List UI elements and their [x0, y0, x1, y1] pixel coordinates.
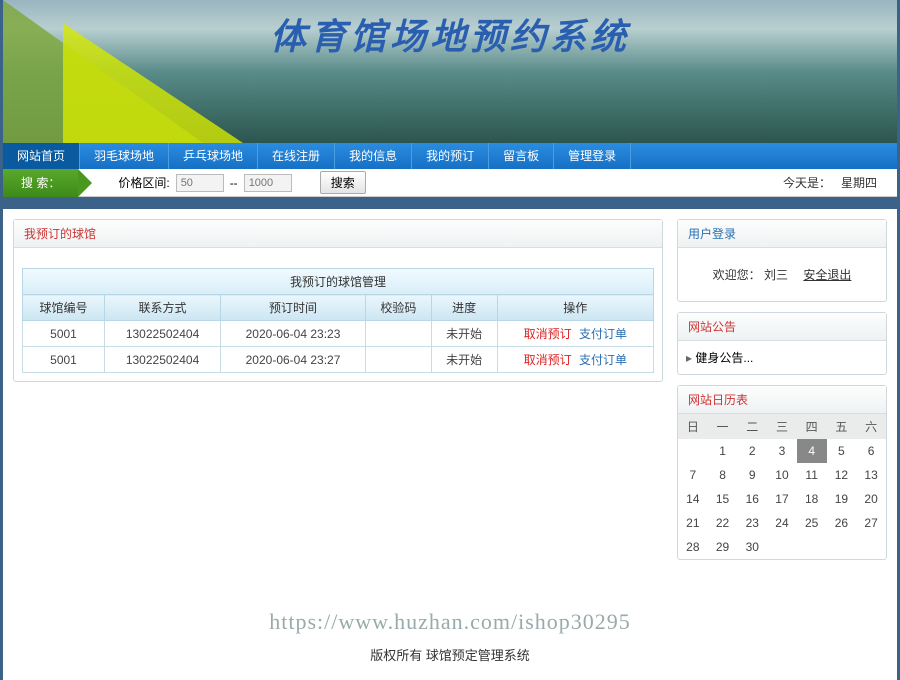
calendar-day[interactable]: 27	[856, 511, 886, 535]
calendar-day[interactable]: 26	[827, 511, 857, 535]
calendar-day[interactable]: 15	[708, 487, 738, 511]
calendar-day	[678, 439, 708, 463]
orders-col: 操作	[497, 295, 653, 321]
calendar-day[interactable]: 24	[767, 511, 797, 535]
nav-item[interactable]: 我的预订	[412, 143, 489, 169]
calendar-day[interactable]: 3	[767, 439, 797, 463]
calendar-day	[797, 535, 827, 559]
calendar-day[interactable]: 18	[797, 487, 827, 511]
watermark: https://www.huzhan.com/ishop30295	[3, 589, 897, 635]
orders-panel-title: 我预订的球馆	[14, 220, 662, 248]
cancel-link[interactable]: 取消预订	[524, 353, 572, 367]
pay-link[interactable]: 支付订单	[579, 327, 627, 341]
announce-item[interactable]: 健身公告...	[686, 349, 878, 366]
calendar-day[interactable]: 14	[678, 487, 708, 511]
calendar-day[interactable]: 22	[708, 511, 738, 535]
logout-link[interactable]: 安全退出	[803, 268, 851, 282]
calendar-panel: 网站日历表 日一二三四五六 12345678910111213141516171…	[677, 385, 887, 560]
orders-col: 球馆编号	[23, 295, 105, 321]
calendar-day[interactable]: 11	[797, 463, 827, 487]
calendar-day[interactable]: 8	[708, 463, 738, 487]
user-name: 刘三	[764, 268, 788, 282]
nav-item[interactable]: 我的信息	[335, 143, 412, 169]
nav-item[interactable]: 在线注册	[258, 143, 335, 169]
banner-title: 体育馆场地预约系统	[3, 8, 897, 60]
calendar-day[interactable]: 1	[708, 439, 738, 463]
search-bar: 搜 索： 价格区间: -- 搜索 今天是： 星期四	[3, 169, 897, 197]
price-max-input[interactable]	[244, 174, 292, 192]
search-button[interactable]: 搜索	[320, 171, 366, 194]
calendar-day[interactable]: 30	[737, 535, 767, 559]
main-nav: 网站首页羽毛球场地乒乓球场地在线注册我的信息我的预订留言板管理登录	[3, 143, 897, 169]
orders-col: 联系方式	[104, 295, 220, 321]
calendar-day[interactable]: 20	[856, 487, 886, 511]
calendar-day[interactable]: 16	[737, 487, 767, 511]
announce-title: 网站公告	[678, 313, 886, 341]
nav-item[interactable]: 羽毛球场地	[80, 143, 169, 169]
orders-table: 我预订的球馆管理 球馆编号联系方式预订时间校验码进度操作 50011302250…	[22, 268, 654, 373]
calendar-day[interactable]: 6	[856, 439, 886, 463]
calendar-day	[827, 535, 857, 559]
calendar-day	[767, 535, 797, 559]
table-row: 5001130225024042020-06-04 23:23未开始取消预订 支…	[23, 321, 654, 347]
nav-item[interactable]: 管理登录	[554, 143, 631, 169]
calendar-table: 日一二三四五六 12345678910111213141516171819202…	[678, 414, 886, 559]
calendar-day[interactable]: 17	[767, 487, 797, 511]
cancel-link[interactable]: 取消预订	[524, 327, 572, 341]
calendar-day[interactable]: 10	[767, 463, 797, 487]
login-panel: 用户登录 欢迎您： 刘三 安全退出	[677, 219, 887, 302]
calendar-day[interactable]: 7	[678, 463, 708, 487]
nav-item[interactable]: 乒乓球场地	[169, 143, 258, 169]
calendar-day[interactable]: 25	[797, 511, 827, 535]
orders-panel: 我预订的球馆 我预订的球馆管理 球馆编号联系方式预订时间校验码进度操作 5001…	[13, 219, 663, 382]
price-sep: --	[230, 176, 238, 190]
calendar-day[interactable]: 13	[856, 463, 886, 487]
pay-link[interactable]: 支付订单	[579, 353, 627, 367]
calendar-day[interactable]: 5	[827, 439, 857, 463]
calendar-day[interactable]: 28	[678, 535, 708, 559]
price-min-input[interactable]	[176, 174, 224, 192]
calendar-day[interactable]: 23	[737, 511, 767, 535]
today-display: 今天是： 星期四	[783, 174, 897, 191]
login-panel-title: 用户登录	[678, 220, 886, 248]
nav-item[interactable]: 网站首页	[3, 143, 80, 169]
banner: 体育馆场地预约系统	[3, 0, 897, 143]
welcome-label: 欢迎您：	[713, 268, 761, 282]
orders-col: 校验码	[365, 295, 431, 321]
calendar-day[interactable]: 29	[708, 535, 738, 559]
nav-item[interactable]: 留言板	[489, 143, 554, 169]
calendar-day	[856, 535, 886, 559]
orders-col: 进度	[431, 295, 497, 321]
search-tag: 搜 索：	[3, 169, 78, 197]
orders-col: 预订时间	[221, 295, 366, 321]
price-label: 价格区间:	[118, 174, 169, 191]
table-row: 5001130225024042020-06-04 23:27未开始取消预订 支…	[23, 347, 654, 373]
calendar-day[interactable]: 9	[737, 463, 767, 487]
calendar-title: 网站日历表	[678, 386, 886, 414]
orders-caption: 我预订的球馆管理	[22, 268, 654, 294]
announce-panel: 网站公告 健身公告...	[677, 312, 887, 375]
footer: 版权所有 球馆预定管理系统	[3, 635, 897, 680]
calendar-day[interactable]: 4	[797, 439, 827, 463]
calendar-day[interactable]: 12	[827, 463, 857, 487]
calendar-day[interactable]: 19	[827, 487, 857, 511]
calendar-day[interactable]: 2	[737, 439, 767, 463]
calendar-day[interactable]: 21	[678, 511, 708, 535]
